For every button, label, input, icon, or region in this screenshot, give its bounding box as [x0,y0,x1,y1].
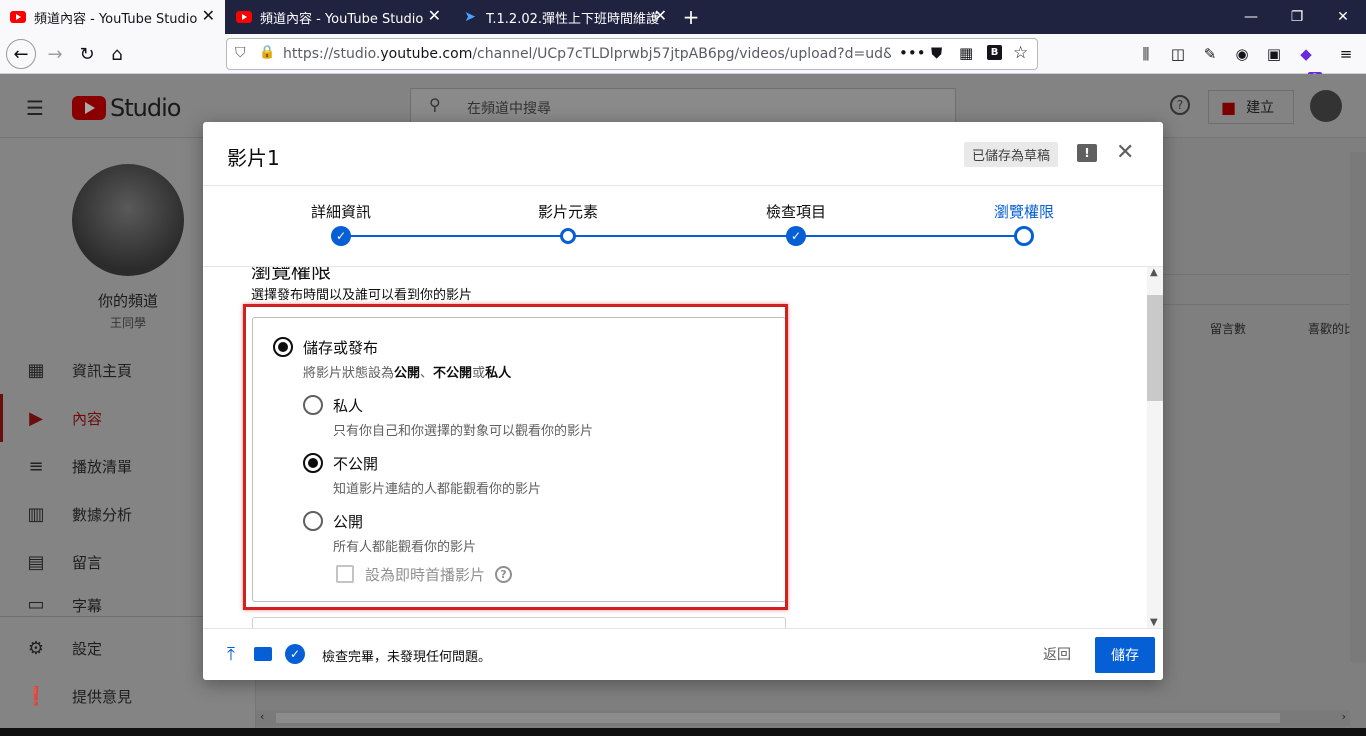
page-actions-icon[interactable]: ••• [899,44,926,62]
section-heading: 瀏覽權限 [251,267,331,283]
table-header-comments[interactable]: 留言數 [1210,320,1246,337]
step-check-icon[interactable]: ✓ [786,226,806,246]
checks-passed-icon: ✓ [284,643,306,665]
analytics-icon: ▥ [27,503,45,525]
back-button[interactable]: 返回 [1043,644,1071,664]
url-bar[interactable]: ⛉ 🔒 https://studio.youtube.com/channel/U… [226,38,1038,70]
qr-code-icon[interactable]: ▦ [959,44,973,62]
scroll-left-icon[interactable]: ‹ [260,710,264,723]
reload-icon[interactable]: ↻ [72,39,102,69]
scroll-up-icon[interactable]: ▲ [1150,267,1158,278]
page-scrollbar[interactable] [1350,152,1366,662]
close-window-button[interactable]: ✕ [1320,0,1366,34]
sidebar-toggle-icon[interactable]: ◫ [1166,42,1190,66]
account-icon[interactable]: ◉ [1230,42,1254,66]
bookmark-star-icon[interactable]: ☆ [1013,43,1028,63]
search-icon: ⚲ [429,95,441,114]
library-icon[interactable]: ⫼ [1134,42,1158,66]
tab-close-icon[interactable]: ✕ [654,8,667,24]
upload-dialog: 影片1 已儲存為草稿 ! ✕ 詳細資訊 影片元素 檢查項目 瀏覽權限 ✓ ✓ 瀏… [203,122,1163,680]
tab-close-icon[interactable]: ✕ [428,8,441,24]
highlight-annotation-box [243,304,788,610]
lock-icon[interactable]: 🔒 [259,45,275,60]
feedback-icon: ❗ [24,685,48,707]
stepper-track [341,235,1025,237]
subtitles-icon: ▭ [27,593,45,615]
step-label-visibility[interactable]: 瀏覽權限 [994,201,1054,222]
screenshot-icon[interactable]: ▣ [1262,42,1286,66]
tab-schedule-maintenance[interactable]: ➤ T.1.2.02.彈性上下班時間維護 ✕ [452,0,677,34]
new-tab-button[interactable]: + [676,0,706,34]
scroll-down-icon[interactable]: ▼ [1150,617,1158,628]
visibility-content: 瀏覽權限 選擇發布時間以及誰可以看到你的影片 儲存或發布 將影片狀態設為公開、不… [203,267,1163,628]
tab-close-icon[interactable]: ✕ [202,8,215,24]
upload-icon: ⤒ [227,643,235,665]
studio-logo[interactable]: Studio [72,94,181,122]
content-icon: ▶ [29,407,43,429]
minimize-button[interactable]: — [1228,0,1274,34]
url-text[interactable]: https://studio.youtube.com/channel/UCp7c… [283,46,891,62]
bird-favicon-icon: ➤ [464,9,476,25]
settings-icon: ⚙ [27,637,45,659]
feedback-icon[interactable]: ! [1077,144,1097,162]
account-avatar[interactable] [1310,90,1342,122]
youtube-favicon-icon [10,9,26,25]
tab-label: T.1.2.02.彈性上下班時間維護 [486,11,660,27]
scroll-right-icon[interactable]: › [1342,710,1346,723]
upload-stepper: 詳細資訊 影片元素 檢查項目 瀏覽權限 ✓ ✓ [203,185,1163,267]
save-button[interactable]: 儲存 [1095,637,1155,673]
back-arrow-icon[interactable]: ← [6,39,36,69]
browser-nav-bar: ← → ↻ ⌂ ⛉ 🔒 https://studio.youtube.com/c… [0,34,1366,84]
horizontal-scrollbar[interactable]: ‹ › [256,710,1350,726]
table-header-likes[interactable]: 喜歡的比 [1308,320,1350,337]
tab-youtube-studio-1[interactable]: 頻道內容 - YouTube Studio ✕ [0,0,225,34]
dialog-title: 影片1 [227,146,280,170]
video-camera-icon: ■ [1221,97,1237,117]
playlist-icon: ≡ [28,455,44,477]
help-circle-icon[interactable]: ? [1170,95,1190,115]
dashboard-icon: ▦ [27,359,45,381]
channel-avatar[interactable] [72,164,184,276]
step-check-icon[interactable]: ✓ [331,226,351,246]
step-open-circle[interactable] [560,228,576,244]
tab-label: 頻道內容 - YouTube Studio [260,11,424,27]
pocket-icon[interactable]: ⛊ [931,44,942,62]
hd-icon [252,643,274,665]
tab-label: 頻道內容 - YouTube Studio [34,11,198,27]
shield-icon[interactable]: ⛉ [235,45,246,61]
create-button[interactable]: ■ 建立 [1208,90,1294,124]
step-current-circle[interactable] [1014,226,1034,246]
restore-button[interactable]: ❐ [1274,0,1320,34]
section-subheading: 選擇發布時間以及誰可以看到你的影片 [251,288,473,303]
extension-icon[interactable]: ◆ [1294,42,1318,66]
schedule-options-box [252,617,786,628]
footer-status-text: 檢查完畢，未發現任何問題。 [322,650,492,665]
scroll-thumb[interactable] [276,713,1280,723]
eyedropper-icon[interactable]: ✎ [1198,42,1222,66]
close-icon[interactable]: ✕ [1116,140,1134,165]
dialog-footer: ⤒ ✓ 檢查完畢，未發現任何問題。 返回 儲存 [203,628,1163,680]
step-label-checks[interactable]: 檢查項目 [766,201,826,222]
hamburger-menu-icon[interactable]: ☰ [26,96,44,120]
youtube-logo-icon [72,96,106,120]
tab-youtube-studio-2[interactable]: 頻道內容 - YouTube Studio ✕ [226,0,451,34]
comments-icon: ▤ [27,551,45,573]
step-label-elements[interactable]: 影片元素 [538,201,598,222]
forward-arrow-icon[interactable]: → [40,39,70,69]
step-label-details[interactable]: 詳細資訊 [311,201,371,222]
dialog-scroll-thumb[interactable] [1147,295,1163,401]
channel-search-input[interactable]: ⚲ 在頻道中搜尋 [410,88,956,124]
b-extension-icon[interactable]: B [987,45,1002,60]
menu-icon[interactable]: ≡ [1334,42,1358,66]
browser-tab-bar: 頻道內容 - YouTube Studio ✕ 頻道內容 - YouTube S… [0,0,1366,34]
taskbar [0,728,1366,736]
home-icon[interactable]: ⌂ [102,39,132,69]
youtube-favicon-icon [236,9,252,25]
draft-saved-badge: 已儲存為草稿 [964,142,1059,167]
